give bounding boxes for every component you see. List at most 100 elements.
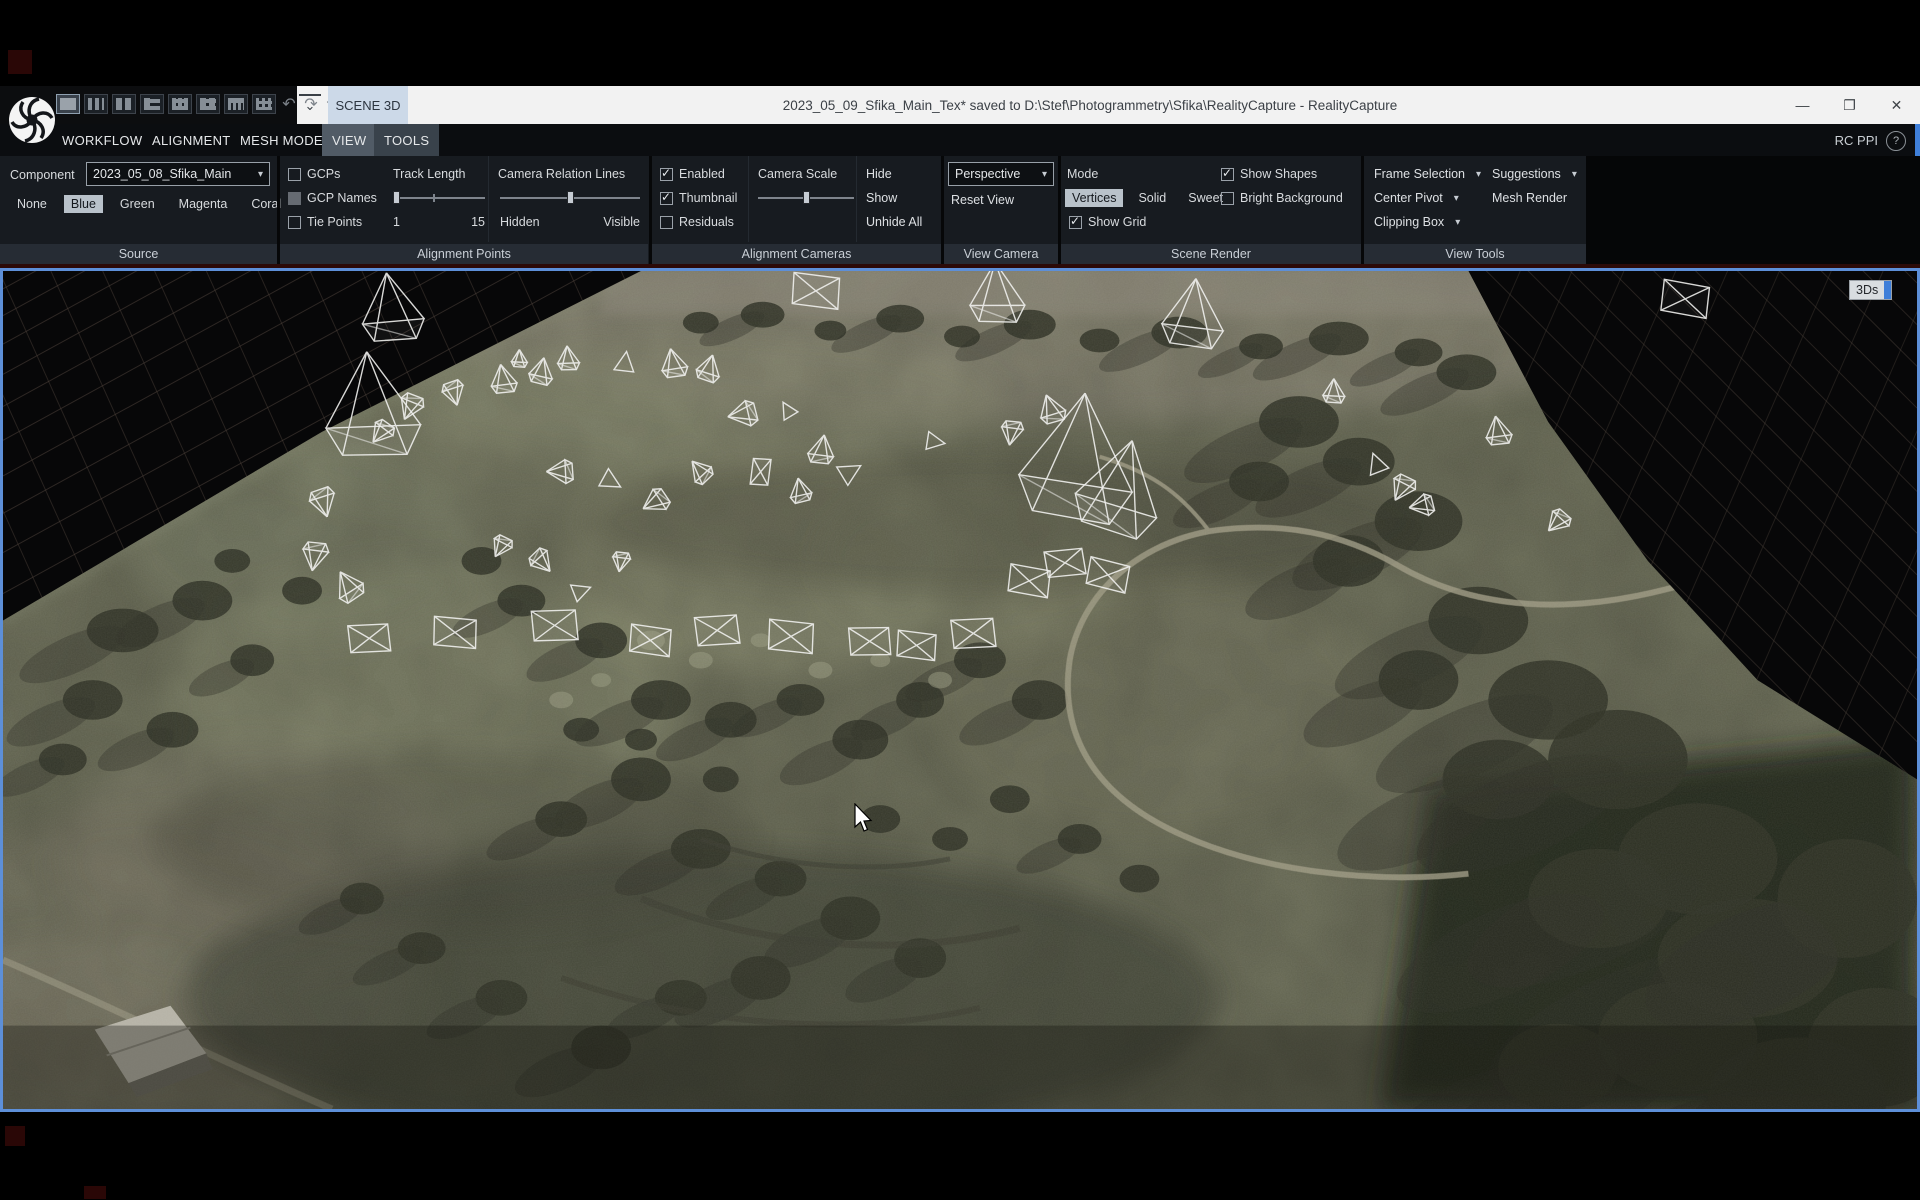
color-option-green[interactable]: Green [113,195,162,213]
tab-view[interactable]: VIEW [322,124,376,156]
tab-scene-3d[interactable]: SCENE 3D [328,86,408,124]
camera-frustum [791,272,840,309]
bright-background-checkbox-row[interactable]: Bright Background [1221,188,1343,208]
clipping-box-button[interactable]: Clipping Box▾ [1374,212,1460,232]
gcps-checkbox-row[interactable]: GCPs [288,164,340,184]
window-title: 2023_05_09_Sfika_Main_Tex* saved to D:\S… [410,86,1770,124]
bright-background-checkbox[interactable] [1221,192,1234,205]
color-option-magenta[interactable]: Magenta [172,195,235,213]
residuals-checkbox-row[interactable]: Residuals [660,212,734,232]
tab-workflow[interactable]: WORKFLOW [52,124,152,156]
layout-mosaic-icon[interactable] [252,94,276,114]
camera-frustum [750,458,771,486]
title-bar: ↶ ↷ ⟲ ⌄ SCENE 3D 2023_05_09_Sfika_Main_T… [0,86,1920,124]
camera-relation-lines-label: Camera Relation Lines [498,167,625,181]
layout-single-view-icon[interactable] [56,94,80,114]
layout-thumbs-icon[interactable] [224,94,248,114]
suggestions-button[interactable]: Suggestions▾ [1492,164,1577,184]
section-alignment-cameras: Enabled Thumbnail Residuals Camera Scale… [652,156,941,264]
show-button[interactable]: Show [866,188,897,208]
chevron-down-icon: ▾ [1454,193,1459,204]
show-shapes-checkbox-row[interactable]: Show Shapes [1221,164,1317,184]
app-window: ↶ ↷ ⟲ ⌄ SCENE 3D 2023_05_09_Sfika_Main_T… [0,0,1920,1200]
component-dropdown[interactable]: 2023_05_08_Sfika_Main ▾ [86,162,270,186]
mode-solid[interactable]: Solid [1131,189,1173,207]
recording-artifact [8,50,32,74]
center-pivot-button[interactable]: Center Pivot▾ [1374,188,1459,208]
section-label-view-tools: View Tools [1364,244,1586,264]
minimize-button[interactable]: — [1779,86,1826,124]
recording-artifact [5,1126,25,1146]
layout-grid-icon[interactable] [168,94,192,114]
frame-selection-button[interactable]: Frame Selection▾ [1374,164,1481,184]
show-grid-checkbox[interactable] [1069,216,1082,229]
tab-tools[interactable]: TOOLS [374,124,439,156]
undo-icon[interactable]: ↶ [280,94,298,114]
tie-points-checkbox-row[interactable]: Tie Points [288,212,362,232]
scene-3d-viewport[interactable]: 3Ds [0,268,1920,1112]
layout-two-pane-icon[interactable] [112,94,136,114]
mode-label: Mode [1067,167,1098,181]
camera-frustum [348,622,391,654]
color-option-blue[interactable]: Blue [64,195,103,213]
section-label-view-camera: View Camera [944,244,1058,264]
section-source: Component 2023_05_08_Sfika_Main ▾ None B… [0,156,277,264]
bright-background-label: Bright Background [1240,191,1343,205]
mouse-cursor [854,803,876,833]
camera-frustum [951,617,996,651]
gcp-names-checkbox-row[interactable]: GCP Names [288,188,377,208]
rc-ppi-badge: RC PPI [1835,124,1878,156]
chevron-down-icon: ▾ [1572,169,1577,180]
view-mode-badge-label: 3Ds [1850,283,1884,297]
residuals-checkbox[interactable] [660,216,673,229]
layout-columns-icon[interactable] [84,94,108,114]
projection-value: Perspective [955,167,1020,181]
enabled-checkbox[interactable] [660,168,673,181]
color-option-none[interactable]: None [10,195,54,213]
hide-button[interactable]: Hide [866,164,892,184]
tie-points-label: Tie Points [307,215,362,229]
show-grid-label: Show Grid [1088,215,1146,229]
residuals-label: Residuals [679,215,734,229]
maximize-button[interactable]: ❐ [1826,86,1873,124]
ribbon: Component 2023_05_08_Sfika_Main ▾ None B… [0,156,1920,264]
thumbnail-label: Thumbnail [679,191,737,205]
section-label-source: Source [0,244,277,264]
close-button[interactable]: ✕ [1873,86,1920,124]
camera-scale-slider[interactable] [758,190,854,205]
show-grid-checkbox-row[interactable]: Show Grid [1069,212,1146,232]
menu-bar: WORKFLOW ALIGNMENT MESH MODEL VIEW TOOLS… [0,124,1920,156]
camera-frustum [1044,547,1086,579]
tie-points-checkbox[interactable] [288,216,301,229]
layout-grid-alt-icon[interactable] [196,94,220,114]
ribbon-collapse-icon[interactable]: ⌄ [299,94,321,118]
realitycapture-logo-icon[interactable] [6,84,58,150]
thumbnail-checkbox[interactable] [660,192,673,205]
section-label-alignment-cameras: Alignment Cameras [652,244,941,264]
enabled-checkbox-row[interactable]: Enabled [660,164,725,184]
component-value: 2023_05_08_Sfika_Main [93,167,231,181]
camera-frustum [896,630,937,660]
mode-vertices[interactable]: Vertices [1065,189,1123,207]
tab-alignment[interactable]: ALIGNMENT [142,124,241,156]
camera-frustum [768,619,815,653]
gcp-names-checkbox[interactable] [288,192,301,205]
section-label-scene-render: Scene Render [1061,244,1361,264]
track-length-label: Track Length [393,167,466,181]
projection-dropdown[interactable]: Perspective ▾ [948,162,1054,186]
thumbnail-checkbox-row[interactable]: Thumbnail [660,188,737,208]
chevron-down-icon: ▾ [1476,169,1481,180]
track-length-min: 1 [393,215,400,229]
layout-split-left-icon[interactable] [140,94,164,114]
reset-view-button[interactable]: Reset View [951,190,1014,210]
camera-frustum [849,626,891,657]
help-icon[interactable]: ? [1886,131,1906,151]
unhide-all-button[interactable]: Unhide All [866,212,922,232]
component-label: Component [10,168,75,182]
view-mode-badge[interactable]: 3Ds [1849,280,1892,300]
track-length-slider[interactable] [393,190,485,205]
mesh-render-button[interactable]: Mesh Render [1492,188,1567,208]
camera-relation-lines-slider[interactable] [500,190,640,205]
gcps-checkbox[interactable] [288,168,301,181]
show-shapes-checkbox[interactable] [1221,168,1234,181]
